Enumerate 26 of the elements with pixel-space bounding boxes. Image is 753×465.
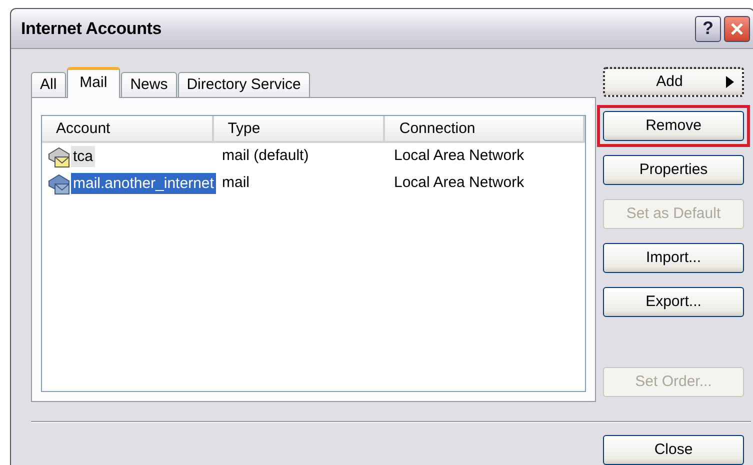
push-button[interactable]: Remove bbox=[603, 111, 744, 141]
help-button[interactable]: ? bbox=[695, 16, 721, 42]
tab[interactable]: News bbox=[121, 72, 177, 97]
column-header[interactable]: Account bbox=[42, 116, 214, 141]
add-menu-button[interactable]: Add bbox=[603, 67, 744, 97]
tab[interactable]: Mail bbox=[66, 67, 120, 98]
push-button[interactable]: Import... bbox=[603, 243, 744, 273]
close-icon bbox=[729, 20, 745, 36]
column-header[interactable]: Type bbox=[214, 116, 386, 141]
mail-account-icon bbox=[47, 172, 71, 194]
arrow-right-icon bbox=[726, 76, 734, 88]
table-cell-text: mail (default) bbox=[221, 146, 310, 166]
account-name[interactable]: tca bbox=[71, 146, 96, 167]
account-name[interactable]: mail.another_internet bbox=[71, 173, 216, 194]
table-cell-text: Local Area Network bbox=[393, 173, 524, 194]
window-title: Internet Accounts bbox=[21, 18, 162, 40]
column-header[interactable]: Connection bbox=[385, 116, 585, 141]
table-cell-text: mail bbox=[221, 173, 251, 194]
close-button[interactable] bbox=[724, 16, 750, 42]
push-button[interactable]: Export... bbox=[603, 287, 744, 317]
tab[interactable]: All bbox=[31, 72, 66, 97]
tab[interactable]: Directory Service bbox=[178, 72, 310, 97]
close-button[interactable]: Close bbox=[603, 435, 744, 465]
table-cell-text: Local Area Network bbox=[393, 146, 524, 166]
mail-account-icon bbox=[47, 146, 71, 168]
push-button[interactable]: Properties bbox=[603, 155, 744, 185]
